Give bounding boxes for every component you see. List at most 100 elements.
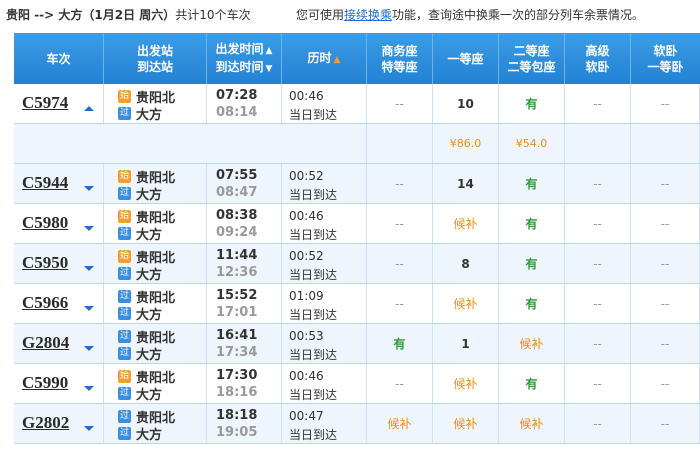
seat-cell-hisoft[interactable]: -- (565, 244, 631, 283)
expand-icon[interactable] (84, 186, 94, 191)
header-time-arr-label: 到达时间 (215, 59, 264, 74)
train-cell: C5944 (14, 164, 104, 203)
seat-cell-first[interactable]: 候补 (433, 284, 499, 323)
header-train-label: 车次 (46, 51, 71, 66)
train-count: 共计10个车次 (175, 8, 251, 22)
seat-cell-hisoft[interactable]: -- (565, 364, 631, 403)
to-station-label: 大方 (136, 387, 163, 403)
seat-cell-second[interactable]: 有 (499, 244, 565, 283)
header-time-arr[interactable]: 到达时间 ▼ (216, 59, 273, 77)
header-business: 商务座 特等座 (367, 33, 433, 84)
seat-cell-first[interactable]: 候补 (433, 404, 499, 443)
seat-availability: 候补 (519, 417, 544, 431)
seat-cell-first[interactable]: 14 (433, 164, 499, 203)
train-number-link[interactable]: C5966 (22, 293, 68, 313)
seat-cell-biz[interactable]: 有 (367, 324, 433, 363)
seat-cell-soft[interactable]: -- (631, 84, 700, 123)
train-number-link[interactable]: C5950 (22, 253, 68, 273)
seat-cell-soft[interactable]: -- (631, 244, 700, 283)
to-station-label: 大方 (136, 267, 163, 283)
expand-icon[interactable] (84, 306, 94, 311)
seat-cell-soft[interactable]: -- (631, 204, 700, 243)
price-cell-second: ¥54.0 (499, 124, 565, 163)
seat-cell-hisoft[interactable]: -- (565, 284, 631, 323)
seat-cell-first[interactable]: 10 (433, 84, 499, 123)
train-cell: C5966 (14, 284, 104, 323)
seat-cell-second[interactable]: 有 (499, 84, 565, 123)
expand-icon[interactable] (84, 426, 94, 431)
transfer-link[interactable]: 接续换乘 (344, 8, 392, 22)
train-number-link[interactable]: C5990 (22, 373, 68, 393)
seat-cell-soft[interactable]: -- (631, 404, 700, 443)
seat-cell-second[interactable]: 候补 (499, 404, 565, 443)
seat-cell-second[interactable]: 有 (499, 164, 565, 203)
train-number-link[interactable]: C5974 (22, 93, 68, 113)
seat-availability: 候补 (453, 297, 478, 311)
header-hisoft-label2: 软卧 (585, 59, 610, 74)
duration: 00:46 (289, 89, 324, 103)
seat-availability: 有 (525, 297, 538, 311)
header-duration-label: 历时 (307, 50, 332, 65)
header-time[interactable]: 出发时间 ▲ 到达时间 ▼ (207, 33, 282, 84)
seat-cell-biz[interactable]: -- (367, 244, 433, 283)
train-number-link[interactable]: C5980 (22, 213, 68, 233)
seat-availability: -- (593, 336, 602, 351)
seat-cell-hisoft[interactable]: -- (565, 404, 631, 443)
seat-cell-biz[interactable]: -- (367, 204, 433, 243)
departure-station: 过贵阳北 (118, 288, 175, 306)
pass-badge-icon: 过 (118, 266, 131, 280)
collapse-icon[interactable] (84, 106, 94, 111)
search-summary-bar: 贵阳 --> 大方（1月2日 周六）共计10个车次 您可使用接续换乘功能，查询途… (0, 0, 700, 30)
train-number-link[interactable]: G2802 (22, 413, 69, 433)
table-header: 车次 出发站 到达站 出发时间 ▲ 到达时间 ▼ 历时 ▲ 商务座 特等座 一等座 二… (14, 33, 700, 84)
seat-cell-hisoft[interactable]: -- (565, 164, 631, 203)
seat-cell-biz[interactable]: -- (367, 84, 433, 123)
to-station-label: 大方 (136, 187, 163, 203)
seat-availability: -- (593, 216, 602, 231)
seat-cell-soft[interactable]: -- (631, 324, 700, 363)
header-duration[interactable]: 历时 ▲ (282, 33, 367, 84)
seat-cell-hisoft[interactable]: -- (565, 84, 631, 123)
seat-availability: 有 (393, 337, 406, 351)
expand-icon[interactable] (84, 386, 94, 391)
arrival-station: 过大方 (118, 185, 163, 203)
expand-icon[interactable] (84, 266, 94, 271)
pass-badge-icon: 过 (118, 186, 131, 200)
expand-icon[interactable] (84, 346, 94, 351)
to-station-label: 大方 (136, 307, 163, 323)
seat-cell-hisoft[interactable]: -- (565, 324, 631, 363)
seat-cell-second[interactable]: 有 (499, 204, 565, 243)
seat-cell-biz[interactable]: -- (367, 284, 433, 323)
seat-availability: 14 (457, 176, 474, 191)
pass-badge-icon: 过 (118, 346, 131, 360)
arrival-time: 08:47 (216, 185, 258, 200)
seat-cell-soft[interactable]: -- (631, 284, 700, 323)
seat-cell-biz[interactable]: 候补 (367, 404, 433, 443)
header-time-dep[interactable]: 出发时间 ▲ (216, 41, 273, 59)
arrival-station: 过大方 (118, 225, 163, 243)
sort-up-icon: ▲ (265, 45, 273, 56)
departure-station: 始贵阳北 (118, 168, 175, 186)
train-number-link[interactable]: C5944 (22, 173, 68, 193)
seat-availability: 8 (461, 256, 470, 271)
seat-cell-first[interactable]: 1 (433, 324, 499, 363)
seat-cell-biz[interactable]: -- (367, 364, 433, 403)
arrival-station: 过大方 (118, 385, 163, 403)
seat-cell-first[interactable]: 候补 (433, 364, 499, 403)
train-number-link[interactable]: G2804 (22, 333, 69, 353)
expand-icon[interactable] (84, 226, 94, 231)
seat-cell-first[interactable]: 候补 (433, 204, 499, 243)
seat-availability: -- (660, 376, 670, 391)
seat-availability: -- (593, 416, 602, 431)
seat-cell-second[interactable]: 有 (499, 364, 565, 403)
to-station-label: 大方 (136, 227, 163, 243)
seat-cell-first[interactable]: 8 (433, 244, 499, 283)
seat-cell-second[interactable]: 候补 (499, 324, 565, 363)
seat-cell-soft[interactable]: -- (631, 164, 700, 203)
travel-date: （1月2日 周六） (82, 8, 176, 22)
seat-cell-second[interactable]: 有 (499, 284, 565, 323)
seat-cell-hisoft[interactable]: -- (565, 204, 631, 243)
seat-cell-soft[interactable]: -- (631, 364, 700, 403)
seat-cell-biz[interactable]: -- (367, 164, 433, 203)
pass-badge-icon: 过 (118, 306, 131, 320)
